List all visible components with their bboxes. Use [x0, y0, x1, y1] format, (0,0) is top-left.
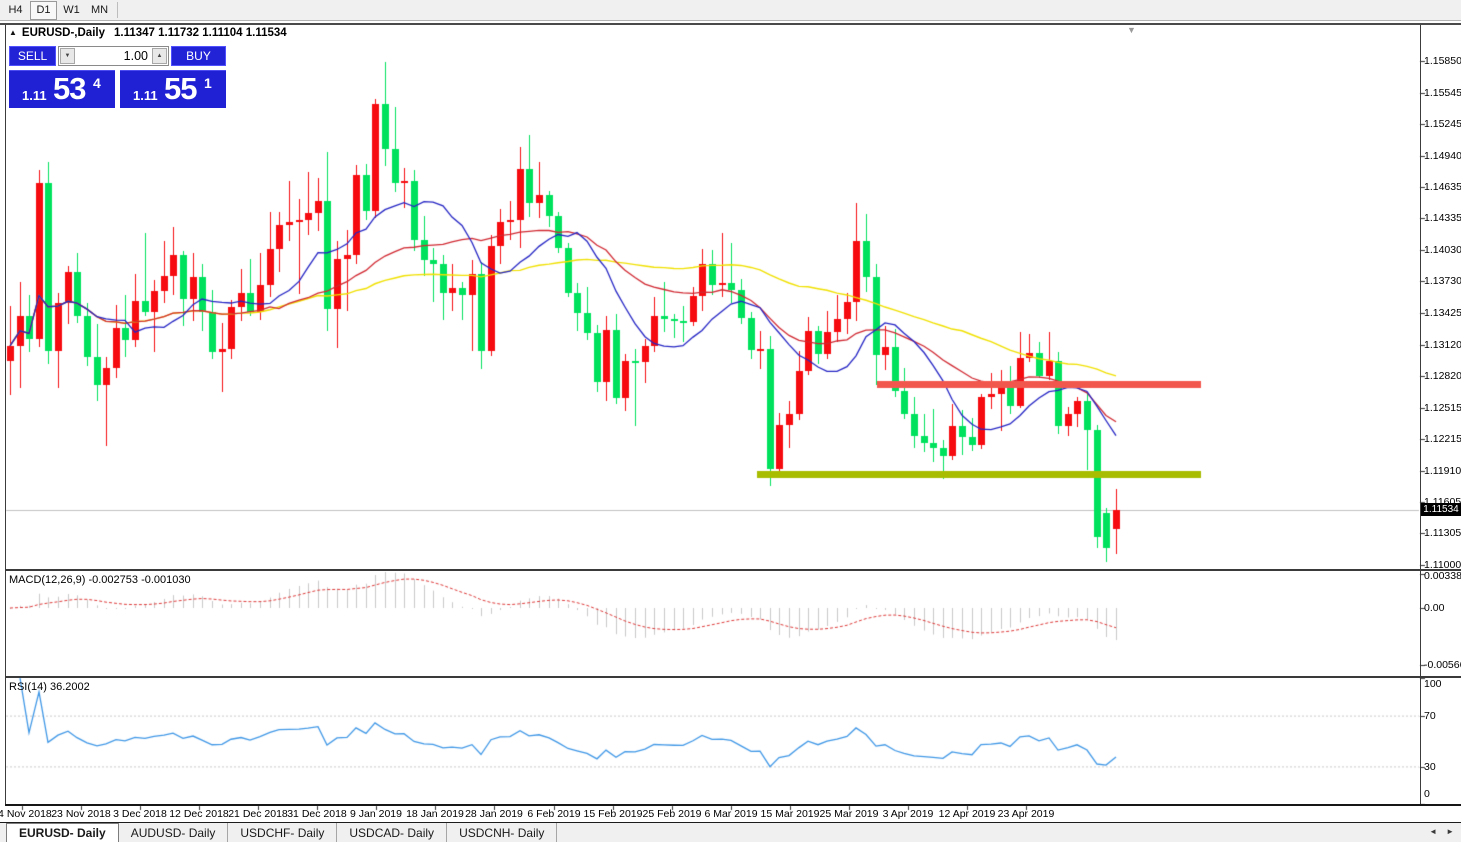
buy-price-big: 55	[164, 71, 196, 107]
toolbar-divider	[117, 2, 118, 18]
chart-tab-bar: EURUSD- DailyAUDUSD- DailyUSDCHF- DailyU…	[0, 822, 1461, 842]
tab-usdcad-daily[interactable]: USDCAD- Daily	[337, 823, 447, 842]
sell-price-prefix: 1.11	[22, 88, 47, 103]
price-axis-label: 1.13730	[1424, 275, 1461, 287]
quote-ohlc: 1.11347 1.11732 1.11104 1.11534	[114, 27, 287, 39]
macd-axis-label: 0.00	[1424, 602, 1461, 614]
window-top-border	[0, 23, 1461, 25]
sell-price-sup: 4	[93, 75, 101, 91]
scroll-to-end-icon[interactable]: ▼	[1127, 25, 1136, 35]
price-axis-label: 1.11910	[1424, 465, 1461, 477]
rsi-axis-label: 70	[1424, 710, 1461, 722]
price-axis-label: 1.14030	[1424, 244, 1461, 256]
price-axis-label: 1.15545	[1424, 87, 1461, 99]
one-click-trade-panel: SELL ▼ ▲ BUY 1.11 53 4 1.11 55 1	[9, 46, 226, 108]
price-axis-label: 1.12215	[1424, 433, 1461, 445]
volume-input[interactable]	[77, 47, 151, 65]
sell-price-box[interactable]: 1.11 53 4	[9, 70, 115, 108]
timeframe-button-w1[interactable]: W1	[58, 1, 85, 20]
sell-button[interactable]: SELL	[9, 46, 56, 66]
pane-separator-bottom	[5, 804, 1461, 806]
collapse-panel-icon[interactable]: ▲	[9, 28, 17, 37]
price-axis-label: 1.15245	[1424, 118, 1461, 130]
buy-button[interactable]: BUY	[171, 46, 226, 66]
timeframe-button-mn[interactable]: MN	[86, 1, 113, 20]
chart-axis-border	[1420, 25, 1421, 806]
chart-left-border	[5, 25, 6, 805]
price-axis-label: 1.11305	[1424, 527, 1461, 539]
macd-axis-label: 0.003383	[1424, 570, 1461, 582]
price-axis-label: 1.12820	[1424, 370, 1461, 382]
current-price-tag: 1.11534	[1421, 503, 1461, 516]
sell-price-big: 53	[53, 71, 85, 107]
buy-price-box[interactable]: 1.11 55 1	[120, 70, 226, 108]
price-axis-label: 1.15850	[1424, 55, 1461, 67]
rsi-axis-label: 0	[1424, 788, 1461, 800]
price-axis-label: 1.13120	[1424, 339, 1461, 351]
macd-axis-label: -0.005663	[1424, 659, 1461, 671]
tab-usdcnh-daily[interactable]: USDCNH- Daily	[447, 823, 557, 842]
macd-label: MACD(12,26,9) -0.002753 -0.001030	[9, 574, 191, 586]
timeframe-toolbar: H4D1W1MN	[0, 0, 1461, 21]
symbol-label: EURUSD-,Daily	[22, 27, 105, 39]
rsi-axis-label: 100	[1424, 678, 1461, 690]
price-axis-label: 1.13425	[1424, 307, 1461, 319]
price-axis-label: 1.14940	[1424, 150, 1461, 162]
price-axis-label: 1.14335	[1424, 212, 1461, 224]
volume-decrease-button[interactable]: ▼	[60, 48, 75, 64]
price-axis-label: 1.12515	[1424, 402, 1461, 414]
buy-price-sup: 1	[204, 75, 212, 91]
mt4-terminal: { "toolbar": { "timeframes": [ {"label":…	[0, 0, 1461, 842]
pane-separator-rsi[interactable]	[5, 676, 1461, 678]
chart-canvas[interactable]	[0, 0, 1461, 842]
volume-spinner: ▼ ▲	[58, 46, 169, 66]
pane-separator-macd[interactable]	[5, 569, 1461, 571]
price-axis-label: 1.14635	[1424, 181, 1461, 193]
date-axis-label: 23 Apr 2019	[990, 808, 1062, 820]
rsi-label: RSI(14) 36.2002	[9, 681, 90, 693]
tab-audusd-daily[interactable]: AUDUSD- Daily	[119, 823, 229, 842]
tab-eurusd-daily[interactable]: EURUSD- Daily	[6, 823, 119, 842]
timeframe-button-d1[interactable]: D1	[30, 1, 57, 20]
tab-scroll-left-icon[interactable]: ◄	[1429, 827, 1437, 836]
buy-price-prefix: 1.11	[133, 88, 158, 103]
rsi-axis-label: 30	[1424, 761, 1461, 773]
chart-title: ▲ EURUSD-,Daily 1.11347 1.11732 1.11104 1.…	[9, 27, 287, 39]
tab-usdchf-daily[interactable]: USDCHF- Daily	[228, 823, 337, 842]
timeframe-button-h4[interactable]: H4	[2, 1, 29, 20]
tab-scroll-right-icon[interactable]: ►	[1446, 827, 1454, 836]
volume-increase-button[interactable]: ▲	[152, 48, 167, 64]
